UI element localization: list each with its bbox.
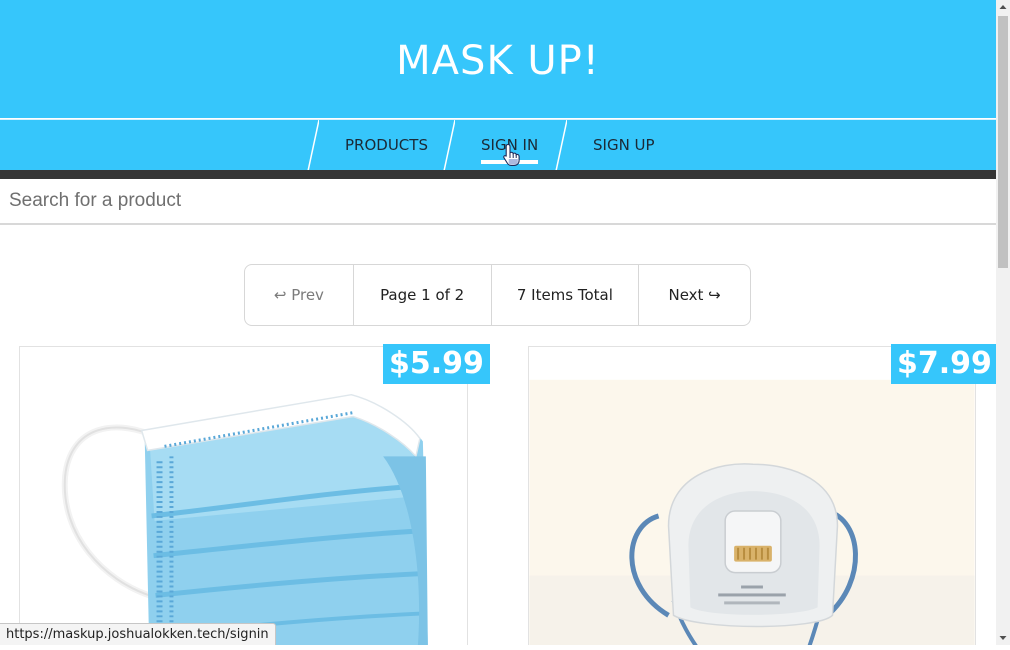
page-indicator: Page 1 of 2 (354, 265, 492, 325)
product-card[interactable] (19, 346, 468, 645)
nav-separator (555, 120, 567, 171)
search-input[interactable] (0, 179, 996, 225)
items-total: 7 Items Total (492, 265, 640, 325)
main-nav: PRODUCTS SIGN IN SIGN UP (0, 119, 996, 171)
product-price: $5.99 (383, 344, 490, 384)
next-page-button[interactable]: Next ↪ (639, 265, 750, 325)
site-header: MASK UP! (0, 0, 996, 118)
product-price: $7.99 (891, 344, 996, 384)
link-status-bar: https://maskup.joshualokken.tech/signin (0, 623, 276, 645)
respirator-mask-image (529, 347, 975, 645)
site-title: MASK UP! (396, 38, 600, 84)
vertical-scrollbar[interactable] (996, 0, 1010, 645)
surgical-mask-image (20, 347, 467, 645)
nav-separator (443, 120, 455, 171)
nav-bottom-bar (0, 170, 996, 179)
scroll-up-arrow-icon[interactable] (996, 0, 1010, 14)
nav-sign-up[interactable]: SIGN UP (593, 136, 655, 154)
product-card[interactable] (528, 346, 976, 645)
prev-page-button[interactable]: ↩ Prev (245, 265, 354, 325)
hand-cursor-icon (501, 143, 523, 167)
nav-products[interactable]: PRODUCTS (345, 136, 428, 154)
scroll-down-arrow-icon[interactable] (996, 631, 1010, 645)
pagination: ↩ Prev Page 1 of 2 7 Items Total Next ↪ (244, 264, 751, 326)
nav-separator (307, 120, 319, 171)
page: MASK UP! PRODUCTS SIGN IN SIGN UP ↩ Prev… (0, 0, 996, 645)
scrollbar-thumb[interactable] (998, 16, 1008, 268)
